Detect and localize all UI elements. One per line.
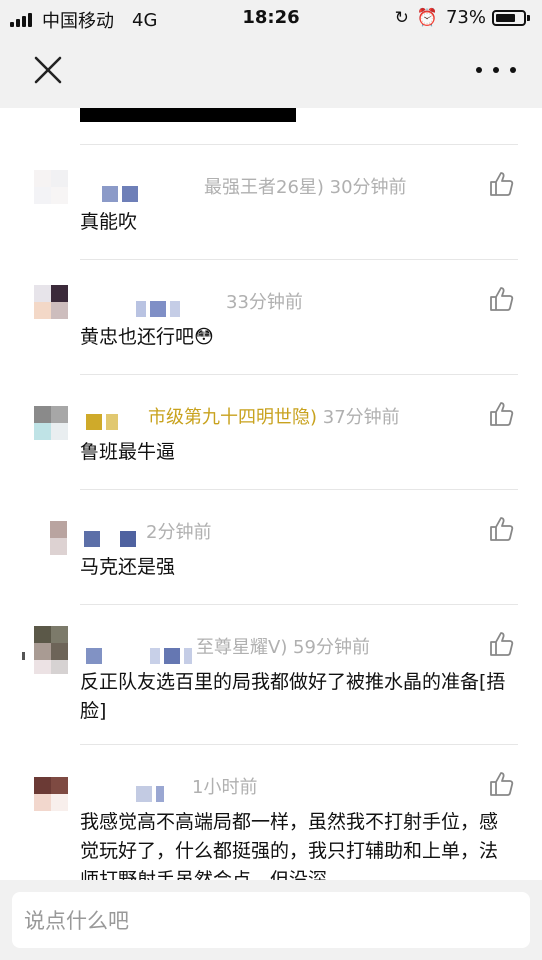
- comment-item: 市级第九十四明世隐) 37分钟前 鲁班最牛逼: [0, 374, 542, 489]
- orientation-lock-icon: ↻: [394, 7, 409, 28]
- comment-meta: 市级第九十四明世隐) 37分钟前: [148, 403, 400, 429]
- comment-text: 黄忠也还行吧😳: [80, 326, 214, 348]
- comment-item: 至尊星耀V) 59分钟前 反正队友选百里的局我都做好了被推水晶的准备[捂脸]: [0, 604, 542, 744]
- divider: [80, 489, 518, 490]
- close-button[interactable]: [30, 52, 66, 88]
- alarm-icon: ⏰: [416, 7, 438, 28]
- avatar[interactable]: [34, 170, 68, 204]
- username-redacted[interactable]: [136, 786, 168, 802]
- comment-meta: 至尊星耀V) 59分钟前: [196, 637, 370, 658]
- redacted-bar: [80, 108, 296, 122]
- username-redacted[interactable]: [136, 301, 184, 317]
- thumbs-up-icon: [490, 402, 514, 426]
- thumbs-up-icon: [490, 517, 514, 541]
- comment-text: 马克还是强: [80, 556, 176, 578]
- thumbs-up-icon: [490, 772, 514, 796]
- more-dots-icon: [476, 67, 482, 73]
- like-button[interactable]: [488, 400, 516, 428]
- comment-item: 最强王者26星) 30分钟前 真能吹: [0, 144, 542, 259]
- username-redacted[interactable]: [84, 531, 140, 547]
- avatar[interactable]: [34, 626, 68, 676]
- divider: [80, 604, 518, 605]
- close-icon: [34, 56, 62, 84]
- nav-bar: [0, 36, 542, 108]
- username-redacted[interactable]: [102, 186, 142, 202]
- comment-meta: 2分钟前: [146, 522, 212, 543]
- comment-text: 真能吹: [80, 211, 138, 233]
- username-redacted[interactable]: [86, 414, 122, 430]
- battery-tip: [527, 14, 530, 21]
- comment-text: 反正队友选百里的局我都做好了被推水晶的准备[捂脸]: [80, 671, 506, 722]
- avatar[interactable]: [34, 285, 68, 319]
- more-button[interactable]: [476, 58, 516, 82]
- thumbs-up-icon: [490, 287, 514, 311]
- like-button[interactable]: [488, 770, 516, 798]
- comment-item: 33分钟前 黄忠也还行吧😳: [0, 259, 542, 374]
- comment-list[interactable]: 最强王者26星) 30分钟前 真能吹 33分钟前 黄忠也还行吧😳 市级第九十四明…: [0, 108, 542, 880]
- avatar[interactable]: [34, 406, 68, 440]
- comment-item: 1小时前 我感觉高不高端局都一样，虽然我不打射手位，感觉玩好了，什么都挺强的，我…: [0, 744, 542, 880]
- comment-item: 2分钟前 马克还是强: [0, 489, 542, 604]
- comment-input-bar: 说点什么吧: [0, 880, 542, 960]
- avatar[interactable]: [34, 777, 68, 811]
- like-button[interactable]: [488, 285, 516, 313]
- divider: [80, 259, 518, 260]
- comment-time: 37分钟前: [322, 407, 400, 428]
- username-redacted[interactable]: [86, 648, 196, 664]
- rank-label: 市级第九十四明世隐): [148, 407, 318, 428]
- status-right: ↻ ⏰ 73%: [395, 7, 530, 28]
- like-button[interactable]: [488, 515, 516, 543]
- comment-meta: 最强王者26星) 30分钟前: [204, 177, 407, 198]
- status-bar: 中国移动 4G 18:26 ↻ ⏰ 73%: [0, 0, 542, 36]
- thumbs-up-icon: [490, 172, 514, 196]
- battery-percent: 73%: [445, 7, 486, 28]
- avatar[interactable]: [50, 521, 68, 555]
- divider: [80, 744, 518, 745]
- thumbs-up-icon: [490, 632, 514, 656]
- like-button[interactable]: [488, 630, 516, 658]
- comment-meta: 1小时前: [192, 777, 258, 798]
- like-button[interactable]: [488, 170, 516, 198]
- divider: [80, 144, 518, 145]
- pixel-mark: [22, 652, 25, 660]
- comment-meta: 33分钟前: [226, 292, 303, 313]
- battery-icon: [492, 9, 526, 26]
- divider: [80, 374, 518, 375]
- comment-input[interactable]: 说点什么吧: [12, 892, 530, 948]
- comment-text: 鲁班最牛逼: [80, 441, 176, 463]
- comment-text: 我感觉高不高端局都一样，虽然我不打射手位，感觉玩好了，什么都挺强的，我只打辅助和…: [80, 811, 499, 880]
